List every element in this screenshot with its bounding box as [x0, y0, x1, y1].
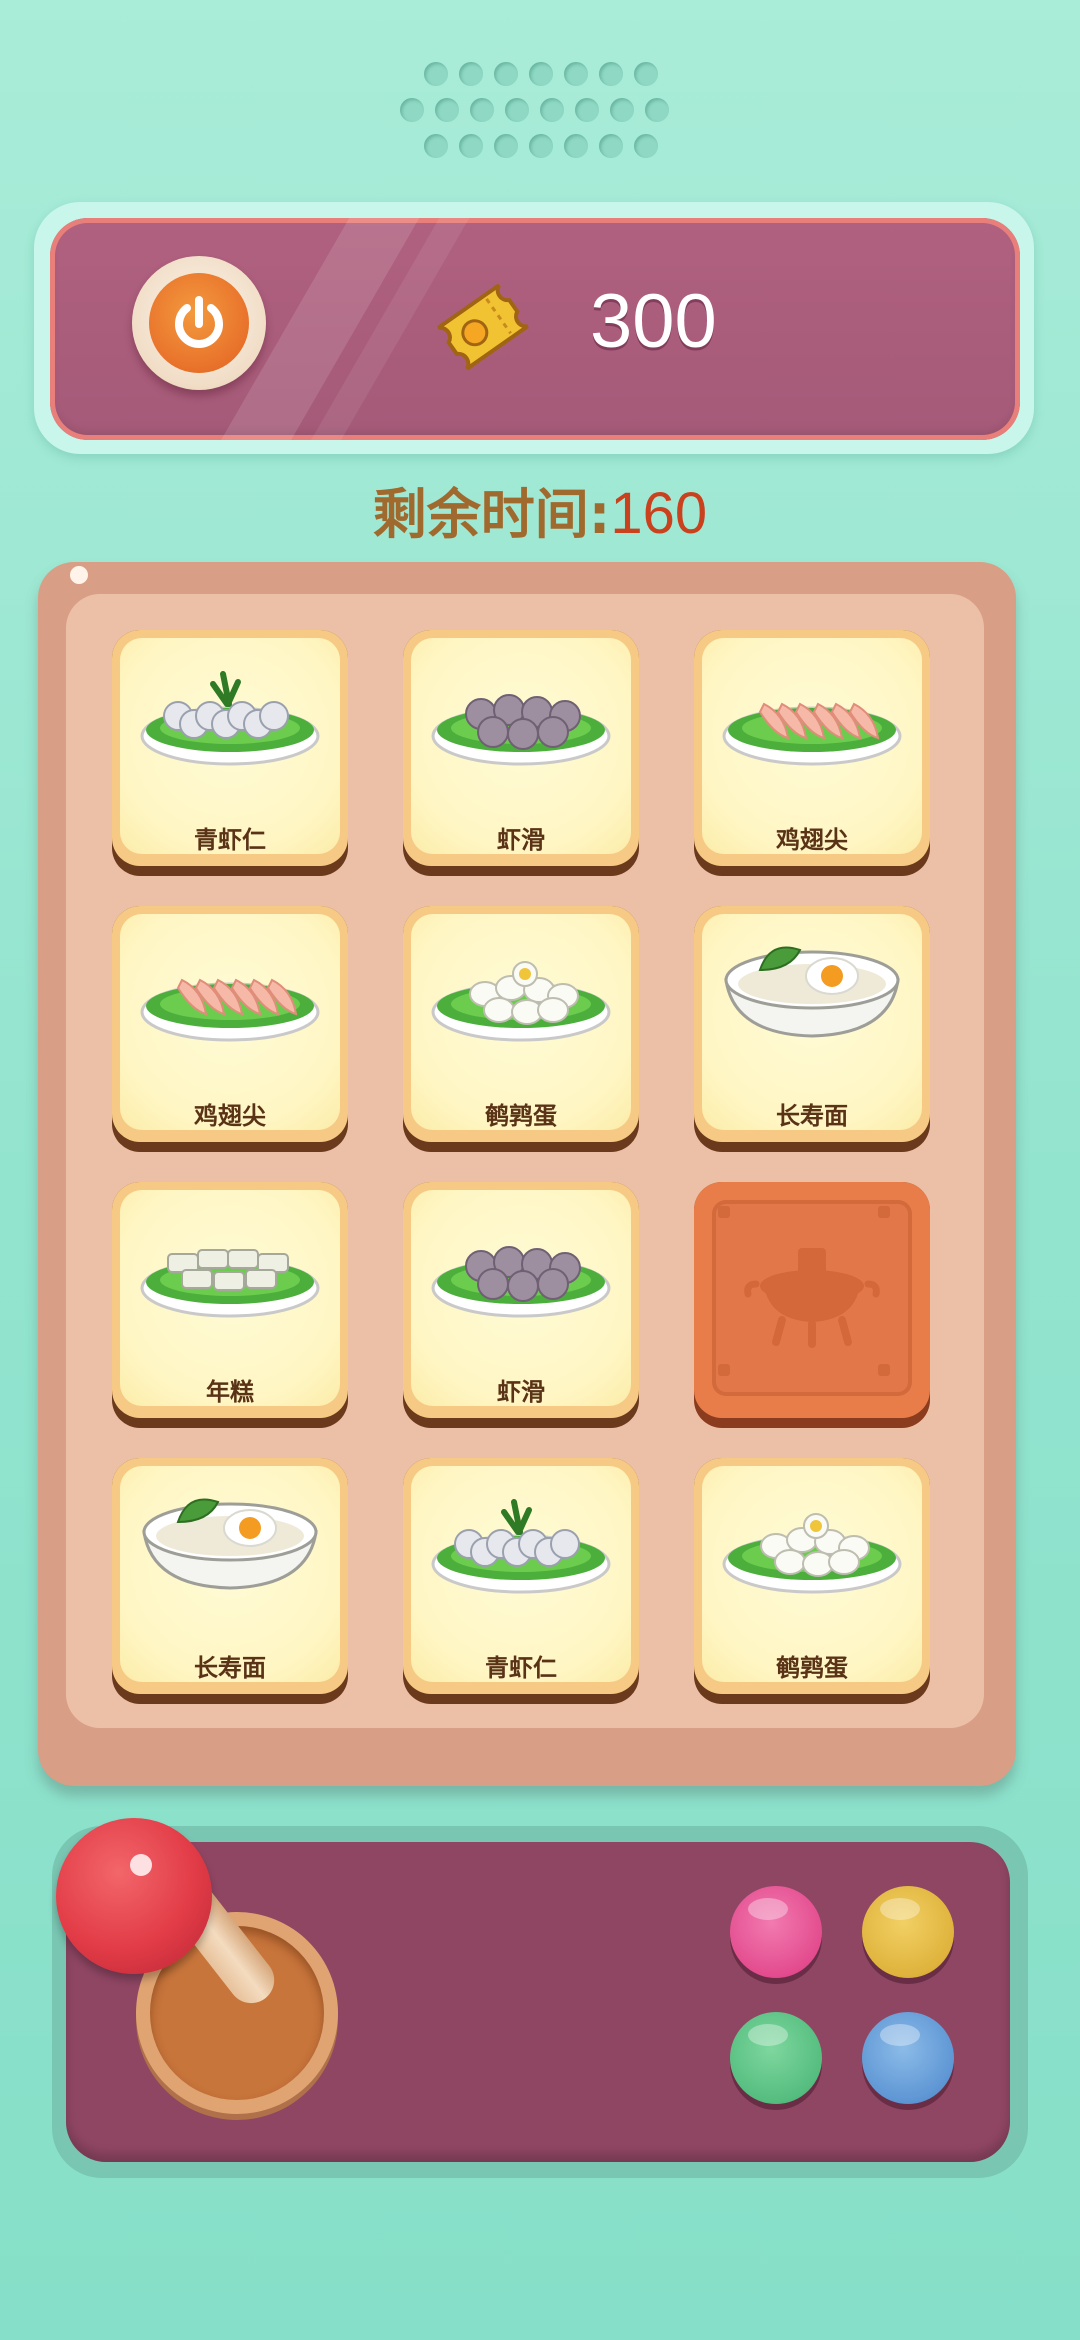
corner-ornament — [878, 1364, 890, 1376]
quail-eggs-icon — [431, 961, 611, 1042]
speaker-hole — [459, 62, 483, 86]
rice-cake-icon — [140, 1249, 320, 1318]
speaker-hole — [634, 134, 658, 158]
food-card[interactable]: 鸡翅尖 — [112, 906, 348, 1152]
card-label: 虾滑 — [497, 1378, 545, 1406]
power-button[interactable] — [132, 256, 266, 390]
ticket-icon — [437, 283, 529, 371]
card-label: 长寿面 — [776, 1102, 848, 1130]
chicken-wing-tips-icon — [722, 702, 902, 766]
hotpot-icon — [744, 1248, 880, 1348]
speaker-hole — [599, 134, 623, 158]
joystick-knob[interactable] — [56, 1818, 212, 1974]
card-label: 长寿面 — [194, 1654, 266, 1682]
food-card[interactable]: 青虾仁 — [112, 630, 348, 876]
speaker-hole — [575, 98, 599, 122]
shrimp-paste-balls-icon — [431, 1246, 611, 1318]
pink-button[interactable] — [730, 1886, 822, 1978]
longevity-noodles-icon — [724, 946, 900, 1038]
shrimp-paste-balls-icon — [431, 694, 611, 766]
green-button[interactable] — [730, 2012, 822, 2104]
speaker-hole — [400, 98, 424, 122]
speaker-grille — [400, 62, 680, 172]
card-label: 鹌鹑蛋 — [776, 1654, 848, 1682]
time-remaining: 剩余时间:160 — [0, 470, 1080, 549]
time-remaining-colon: : — [588, 483, 611, 546]
corner-ornament — [718, 1364, 730, 1376]
speaker-hole — [529, 62, 553, 86]
speaker-hole — [505, 98, 529, 122]
shrimp-icon — [431, 1499, 611, 1594]
power-icon — [175, 296, 223, 348]
speaker-hole — [610, 98, 634, 122]
blue-button[interactable] — [862, 2012, 954, 2104]
food-card[interactable]: 长寿面 — [112, 1458, 348, 1704]
score-value: 300 — [590, 279, 717, 364]
card-label: 鸡翅尖 — [776, 826, 848, 854]
food-card[interactable]: 鹌鹑蛋 — [694, 1458, 930, 1704]
food-card[interactable]: 虾滑 — [403, 630, 639, 876]
speaker-hole — [459, 134, 483, 158]
card-label: 鹌鹑蛋 — [485, 1102, 557, 1130]
card-label: 年糕 — [206, 1378, 254, 1406]
food-card[interactable]: 年糕 — [112, 1182, 348, 1428]
speaker-hole — [564, 62, 588, 86]
food-card[interactable]: 鸡翅尖 — [694, 630, 930, 876]
speaker-hole — [470, 98, 494, 122]
corner-ornament — [878, 1206, 890, 1218]
food-card[interactable]: 长寿面 — [694, 906, 930, 1152]
card-label: 鸡翅尖 — [194, 1102, 266, 1130]
speaker-hole — [424, 134, 448, 158]
card-face-down[interactable] — [694, 1182, 930, 1428]
speaker-hole — [529, 134, 553, 158]
longevity-noodles-icon — [142, 1498, 318, 1590]
food-card[interactable]: 虾滑 — [403, 1182, 639, 1428]
quail-eggs-icon — [722, 1513, 902, 1594]
food-card[interactable]: 鹌鹑蛋 — [403, 906, 639, 1152]
card-label: 青虾仁 — [194, 826, 266, 854]
time-remaining-value: 160 — [610, 481, 708, 546]
speaker-hole — [540, 98, 564, 122]
speaker-hole — [424, 62, 448, 86]
speaker-hole — [564, 134, 588, 158]
board-pin — [70, 566, 88, 584]
card-label: 虾滑 — [497, 826, 545, 854]
speaker-hole — [494, 134, 518, 158]
speaker-hole — [634, 62, 658, 86]
corner-ornament — [718, 1206, 730, 1218]
speaker-hole — [645, 98, 669, 122]
speaker-hole — [599, 62, 623, 86]
shrimp-icon — [140, 671, 320, 766]
yellow-button[interactable] — [862, 1886, 954, 1978]
food-card[interactable]: 青虾仁 — [403, 1458, 639, 1704]
time-remaining-label: 剩余时间 — [372, 483, 589, 546]
speaker-hole — [494, 62, 518, 86]
card-label: 青虾仁 — [485, 1654, 557, 1682]
speaker-hole — [435, 98, 459, 122]
chicken-wing-tips-icon — [140, 978, 320, 1042]
